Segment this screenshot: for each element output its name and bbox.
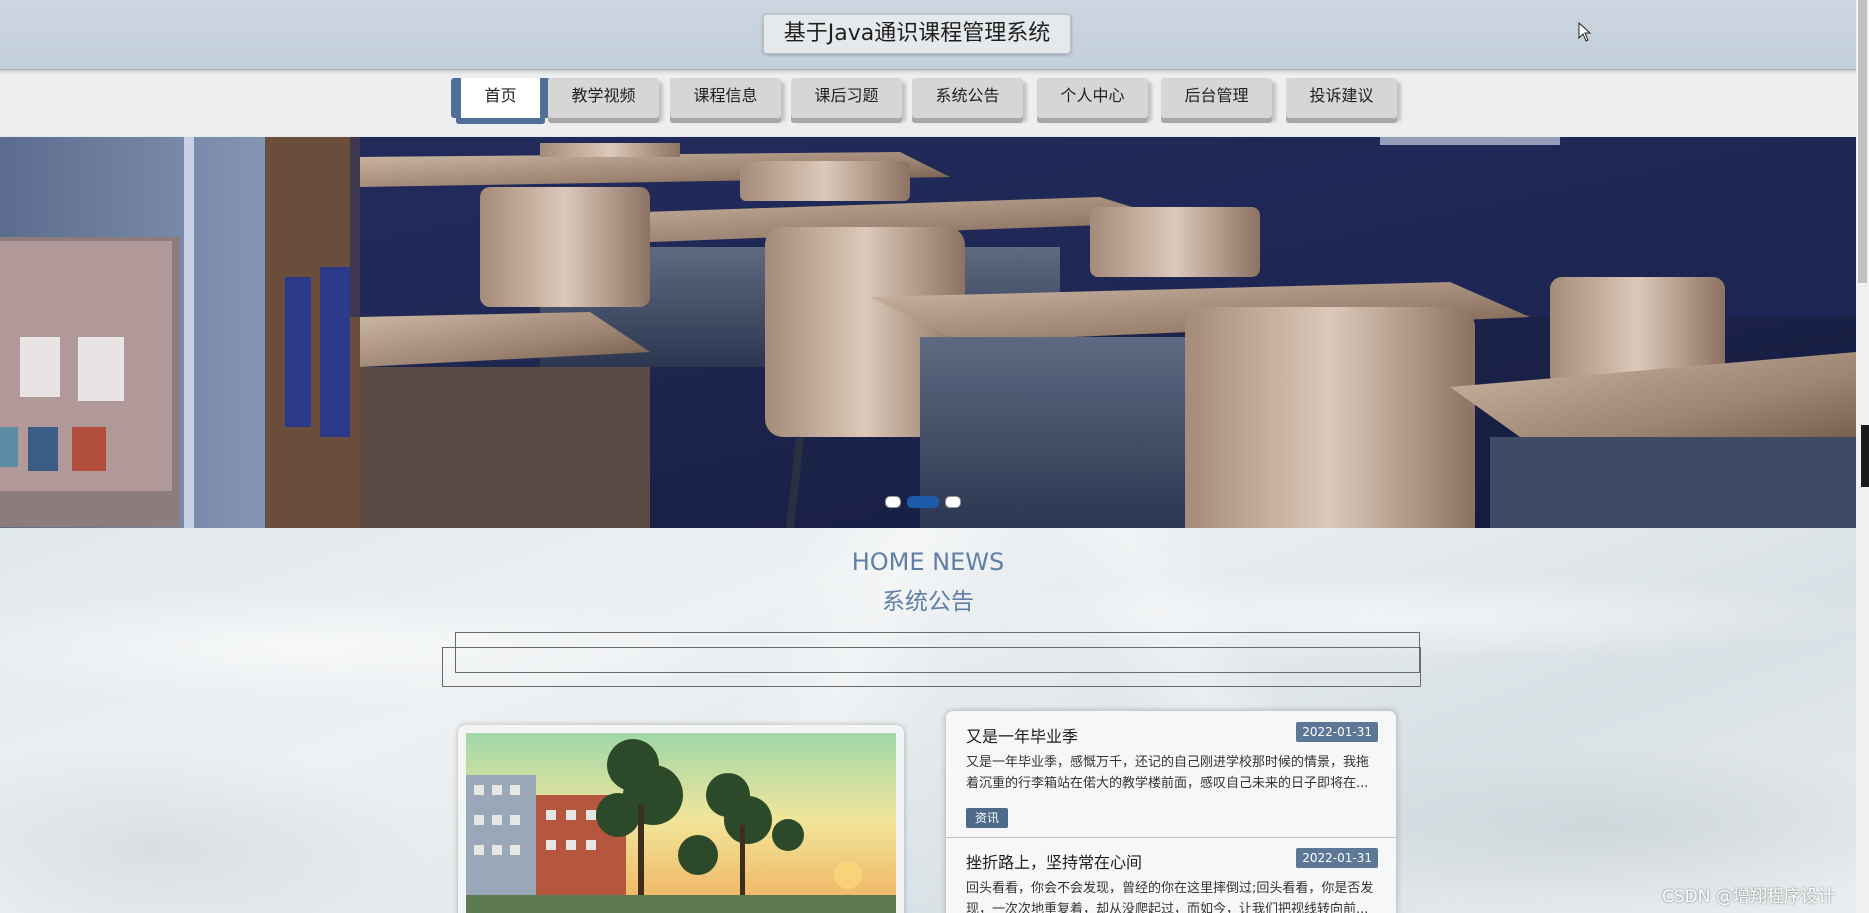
news-summary: 又是一年毕业季，感慨万千，还记的自己刚进学校那时候的情景，我拖着沉重的行李箱站在… <box>966 755 1370 791</box>
site-header: 基于Java通识课程管理系统 <box>0 0 1856 70</box>
news-title[interactable]: 又是一年毕业季 <box>966 723 1078 747</box>
section-title-cn: 系统公告 <box>882 589 974 615</box>
carousel-dot-1[interactable] <box>885 496 901 508</box>
news-featured-image[interactable] <box>458 725 904 913</box>
section-title-en: HOME NEWS <box>851 548 1005 576</box>
decorative-frame-bottom <box>442 647 1421 687</box>
nav-item-exercises[interactable]: 课后习题 <box>791 78 902 118</box>
carousel-dot-2[interactable] <box>907 496 939 508</box>
nav-item-course-info[interactable]: 课程信息 <box>670 78 781 118</box>
nav-item-teaching-video[interactable]: 教学视频 <box>548 78 659 118</box>
news-list: 又是一年毕业季 2022-01-31 又是一年毕业季，感慨万千，还记的自己刚进学… <box>945 710 1397 913</box>
scroll-marker <box>1861 425 1869 487</box>
csdn-watermark: CSDN @增翔程序设计 <box>1662 887 1835 907</box>
list-item[interactable]: 挫折路上，坚持常在心间 2022-01-31 回头看看，你会不会发现，曾经的你在… <box>946 838 1396 913</box>
nav-item-admin[interactable]: 后台管理 <box>1161 78 1272 118</box>
banner-carousel-image[interactable] <box>0 137 1856 528</box>
category-tag[interactable]: 资讯 <box>966 808 1009 828</box>
scrollbar-thumb[interactable] <box>1858 0 1867 283</box>
carousel-dot-3[interactable] <box>945 496 961 508</box>
date-badge: 2022-01-31 <box>1296 848 1378 868</box>
nav-item-announcements[interactable]: 系统公告 <box>912 78 1023 118</box>
mouse-cursor-icon <box>1578 22 1592 42</box>
page-scrollbar[interactable] <box>1856 0 1869 913</box>
nav-item-personal-center[interactable]: 个人中心 <box>1037 78 1148 118</box>
news-summary: 回头看看，你会不会发现，曾经的你在这里摔倒过;回头看看，你是否发现，一次次地重复… <box>966 881 1374 913</box>
campus-illustration <box>466 733 896 913</box>
classroom-illustration <box>0 137 1856 528</box>
date-badge: 2022-01-31 <box>1296 722 1378 742</box>
nav-item-complaints[interactable]: 投诉建议 <box>1286 78 1397 118</box>
news-title[interactable]: 挫折路上，坚持常在心间 <box>966 849 1142 873</box>
list-item[interactable]: 又是一年毕业季 2022-01-31 又是一年毕业季，感慨万千，还记的自己刚进学… <box>946 711 1396 837</box>
site-title: 基于Java通识课程管理系统 <box>763 14 1071 54</box>
nav-item-home[interactable]: 首页 <box>456 78 545 118</box>
main-nav: 首页 教学视频 课程信息 课后习题 系统公告 个人中心 后台管理 投诉建议 <box>0 70 1856 136</box>
